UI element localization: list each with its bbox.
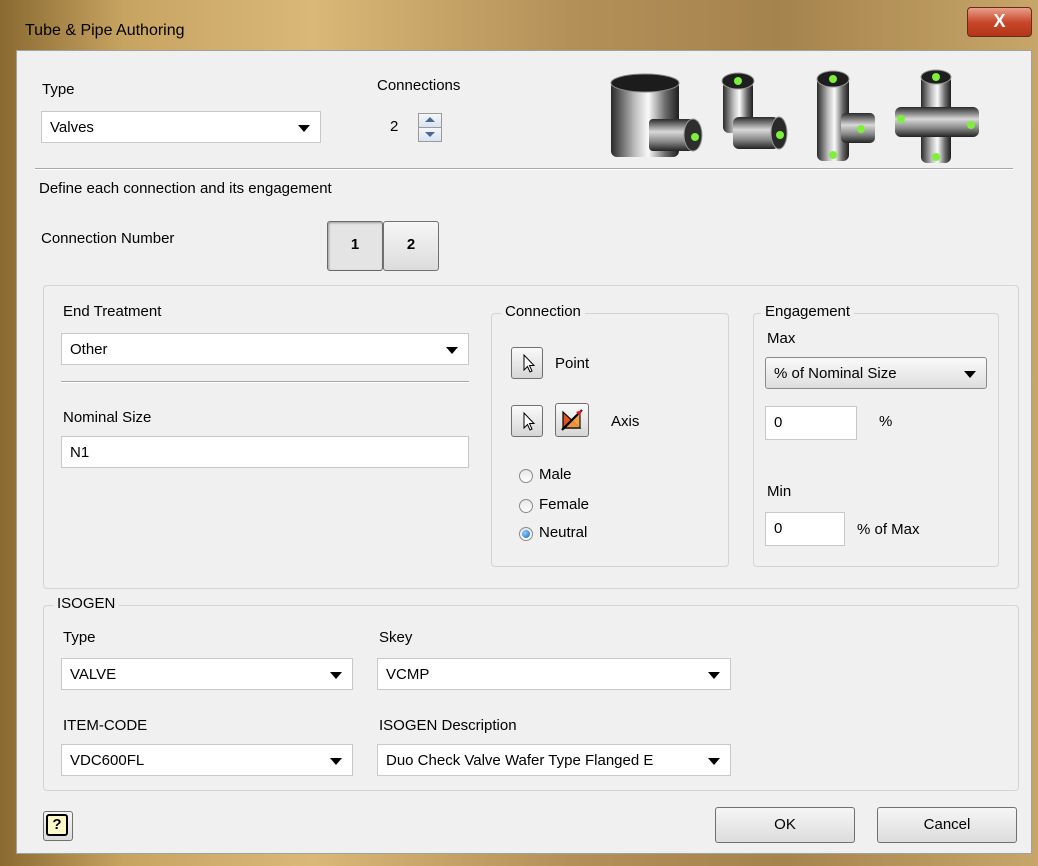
title-bar[interactable]: Tube & Pipe Authoring X (0, 0, 1038, 40)
elbow-fitting-icon (721, 72, 788, 150)
connection-1-label: 1 (350, 236, 360, 253)
cursor-arrow-icon (523, 353, 536, 373)
ok-button-label: OK (774, 816, 796, 833)
dialog-window: Tube & Pipe Authoring X Type Valves Conn… (0, 0, 1038, 866)
close-button[interactable]: X (967, 7, 1032, 37)
connection-group-legend: Connection (501, 303, 585, 320)
cancel-button[interactable]: Cancel (877, 807, 1017, 843)
neutral-radio-label: Neutral (539, 524, 588, 541)
isogen-type-dropdown[interactable]: VALVE (61, 658, 353, 690)
connections-value: 2 (390, 118, 399, 135)
ok-button[interactable]: OK (715, 807, 855, 843)
valve-fitting-icon (610, 73, 703, 157)
cross-fitting-icon (895, 69, 979, 163)
max-value-field[interactable]: 0 (765, 406, 857, 440)
neutral-radio[interactable] (519, 527, 533, 541)
max-mode-value: % of Nominal Size (774, 365, 897, 382)
point-select-button[interactable] (511, 347, 543, 379)
min-label: Min (767, 483, 792, 500)
end-treatment-dropdown[interactable]: Other (61, 333, 469, 365)
item-code-dropdown[interactable]: VDC600FL (61, 744, 353, 776)
skey-value: VCMP (386, 666, 430, 683)
chevron-down-icon (964, 371, 976, 378)
type-value: Valves (50, 119, 94, 136)
max-unit-label: % (879, 413, 893, 430)
nominal-size-label: Nominal Size (63, 409, 152, 426)
help-button[interactable]: ? (43, 811, 73, 841)
end-treatment-label: End Treatment (63, 303, 162, 320)
end-treatment-separator (61, 381, 469, 383)
define-instruction: Define each connection and its engagemen… (39, 180, 332, 197)
point-label: Point (555, 355, 590, 372)
isogen-description-dropdown[interactable]: Duo Check Valve Wafer Type Flanged E (377, 744, 731, 776)
connection-2-button[interactable]: 2 (383, 221, 439, 271)
spin-down-button[interactable] (418, 127, 442, 142)
item-code-value: VDC600FL (70, 752, 145, 769)
isogen-type-value: VALVE (70, 666, 117, 683)
connection-2-label: 2 (406, 236, 416, 253)
top-separator (35, 168, 1013, 170)
female-radio[interactable] (519, 499, 533, 513)
nominal-size-value: N1 (70, 444, 90, 461)
tee-fitting-icon (816, 70, 875, 161)
window-title: Tube & Pipe Authoring (25, 22, 185, 39)
isogen-type-label: Type (63, 629, 96, 646)
flip-axis-icon (561, 409, 583, 431)
chevron-down-icon (446, 347, 458, 354)
isogen-description-label: ISOGEN Description (379, 717, 517, 734)
axis-flip-button[interactable] (555, 403, 589, 437)
axis-label: Axis (611, 413, 640, 430)
spin-down-icon (425, 132, 435, 137)
nominal-size-field[interactable]: N1 (61, 436, 469, 468)
fitting-thumbnails (610, 69, 979, 163)
isogen-group-legend: ISOGEN (53, 595, 120, 612)
chevron-down-icon (708, 758, 720, 765)
min-value: 0 (774, 520, 783, 537)
connections-label: Connections (377, 77, 461, 94)
connection-number-label: Connection Number (41, 230, 175, 247)
skey-label: Skey (379, 629, 413, 646)
spin-up-button[interactable] (418, 113, 442, 128)
end-treatment-value: Other (70, 341, 108, 358)
female-radio-label: Female (539, 496, 590, 513)
type-label: Type (42, 81, 75, 98)
connections-spinner[interactable]: 2 (376, 111, 446, 143)
chevron-down-icon (298, 125, 310, 132)
male-radio-label: Male (539, 466, 572, 483)
spin-up-icon (425, 117, 435, 122)
max-label: Max (767, 330, 796, 347)
type-dropdown[interactable]: Valves (41, 111, 321, 143)
axis-select-button[interactable] (511, 405, 543, 437)
help-icon: ? (46, 814, 68, 836)
skey-dropdown[interactable]: VCMP (377, 658, 731, 690)
isogen-description-value: Duo Check Valve Wafer Type Flanged E (386, 752, 654, 769)
min-value-field[interactable]: 0 (765, 512, 845, 546)
chevron-down-icon (708, 672, 720, 679)
max-value: 0 (774, 414, 783, 431)
cursor-arrow-icon (523, 411, 536, 431)
close-icon: X (993, 11, 1006, 31)
cancel-button-label: Cancel (923, 816, 971, 833)
male-radio[interactable] (519, 469, 533, 483)
max-mode-dropdown[interactable]: % of Nominal Size (765, 357, 987, 389)
chevron-down-icon (330, 758, 342, 765)
dialog-client-area: Type Valves Connections 2 Define each co… (16, 50, 1032, 854)
engagement-group-legend: Engagement (761, 303, 855, 320)
item-code-label: ITEM-CODE (63, 717, 148, 734)
chevron-down-icon (330, 672, 342, 679)
min-unit-label: % of Max (857, 521, 920, 538)
connection-1-button[interactable]: 1 (327, 221, 383, 271)
